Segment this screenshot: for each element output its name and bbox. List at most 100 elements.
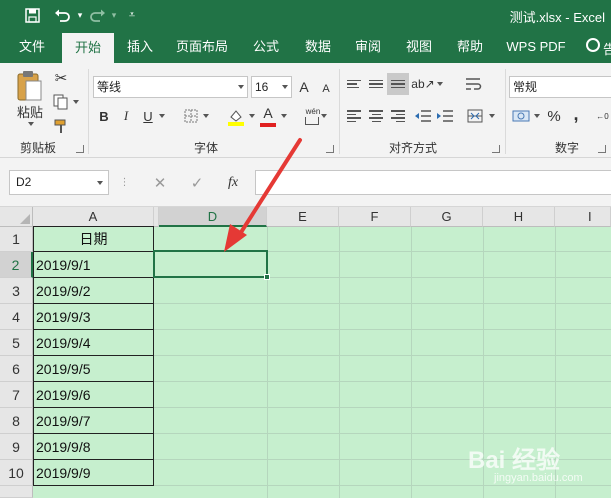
font-color-icon[interactable]: A <box>260 105 276 121</box>
column-header-f[interactable]: F <box>339 207 411 227</box>
formula-input[interactable] <box>255 170 611 195</box>
align-center-icon[interactable] <box>368 109 384 123</box>
format-painter-icon[interactable] <box>52 117 70 135</box>
borders-icon[interactable] <box>182 107 200 125</box>
undo-dropdown-icon[interactable]: ▾ <box>70 5 90 25</box>
cell-a4[interactable]: 2019/9/3 <box>33 304 154 330</box>
merge-dropdown-icon[interactable] <box>488 113 496 119</box>
increase-indent-icon[interactable] <box>436 109 454 123</box>
row-header-5[interactable]: 5 <box>0 330 33 356</box>
increase-decimal-icon[interactable]: ←0 <box>594 107 611 125</box>
font-size-select[interactable]: 16 <box>251 76 292 98</box>
tab-home[interactable]: 开始 <box>62 33 114 63</box>
grow-font-icon[interactable]: A <box>296 77 312 97</box>
name-box[interactable]: D2 <box>9 170 109 195</box>
select-all-button[interactable] <box>0 207 33 227</box>
shrink-font-icon[interactable]: A <box>318 79 334 99</box>
row-header-10[interactable]: 10 <box>0 460 33 486</box>
tab-formulas[interactable]: 公式 <box>244 30 288 63</box>
tab-insert[interactable]: 插入 <box>118 30 162 63</box>
cell-a5[interactable]: 2019/9/4 <box>33 330 154 356</box>
insert-function-icon[interactable]: fx <box>222 173 244 193</box>
row-header-1[interactable]: 1 <box>0 227 33 252</box>
save-icon[interactable] <box>22 5 42 25</box>
row-header-3[interactable]: 3 <box>0 278 33 304</box>
underline-button[interactable]: U <box>140 107 156 125</box>
row-header-6[interactable]: 6 <box>0 356 33 382</box>
name-box-dropdown-icon[interactable] <box>97 181 103 185</box>
font-color-dropdown-icon[interactable] <box>280 113 288 119</box>
lightbulb-icon[interactable] <box>586 38 600 52</box>
cell-a10[interactable]: 2019/9/9 <box>33 460 154 486</box>
fill-handle[interactable] <box>264 274 270 280</box>
cell-a9[interactable]: 2019/9/8 <box>33 434 154 460</box>
cell-a2[interactable]: 2019/9/1 <box>33 252 154 278</box>
paste-icon[interactable] <box>14 69 44 103</box>
row-header-8[interactable]: 8 <box>0 408 33 434</box>
row-header-11[interactable] <box>0 486 33 498</box>
tab-file[interactable]: 文件 <box>10 30 54 63</box>
percent-style-icon[interactable]: % <box>546 107 562 125</box>
redo-dropdown-icon[interactable]: ▾ <box>104 5 124 25</box>
clipboard-launcher-icon[interactable] <box>76 145 84 153</box>
column-header-g[interactable]: G <box>411 207 483 227</box>
column-header-e[interactable]: E <box>267 207 339 227</box>
cell-a8[interactable]: 2019/9/7 <box>33 408 154 434</box>
fill-color-dropdown-icon[interactable] <box>248 113 256 119</box>
cell-a6[interactable]: 2019/9/5 <box>33 356 154 382</box>
phonetic-dropdown-icon[interactable] <box>320 113 328 119</box>
tab-help[interactable]: 帮助 <box>448 30 492 63</box>
borders-dropdown-icon[interactable] <box>202 113 210 119</box>
tab-view[interactable]: 视图 <box>397 30 441 63</box>
bold-button[interactable]: B <box>96 107 112 125</box>
column-header-h[interactable]: H <box>483 207 555 227</box>
copy-icon[interactable] <box>52 93 70 111</box>
number-launcher-icon[interactable] <box>598 145 606 153</box>
row-header-4[interactable]: 4 <box>0 304 33 330</box>
cell-a7[interactable]: 2019/9/6 <box>33 382 154 408</box>
row-header-7[interactable]: 7 <box>0 382 33 408</box>
column-header-i[interactable]: I <box>555 207 611 227</box>
tab-review[interactable]: 审阅 <box>346 30 390 63</box>
underline-dropdown-icon[interactable] <box>158 113 166 119</box>
cut-icon[interactable]: ✂ <box>52 69 70 87</box>
wrap-text-icon[interactable] <box>464 75 484 93</box>
merge-center-icon[interactable] <box>466 107 484 125</box>
formula-bar-grip-icon[interactable]: ⋮ <box>120 173 130 191</box>
number-format-select[interactable]: 常规 <box>509 76 611 98</box>
cancel-entry-icon[interactable]: ✕ <box>150 173 170 193</box>
column-header-d[interactable]: D <box>159 207 267 227</box>
orientation-dropdown-icon[interactable] <box>436 81 444 87</box>
selected-cell-d2[interactable] <box>153 250 270 280</box>
tab-data[interactable]: 数据 <box>296 30 340 63</box>
copy-dropdown-icon[interactable] <box>72 99 80 105</box>
font-launcher-icon[interactable] <box>326 145 334 153</box>
cell-a3[interactable]: 2019/9/2 <box>33 278 154 304</box>
row-header-9[interactable]: 9 <box>0 434 33 460</box>
column-header-a[interactable]: A <box>33 207 154 227</box>
align-bottom-icon[interactable] <box>387 73 409 95</box>
paste-dropdown-icon[interactable] <box>26 121 36 127</box>
italic-button[interactable]: I <box>118 107 134 125</box>
align-right-icon[interactable] <box>390 109 406 123</box>
comma-style-icon[interactable]: , <box>570 104 582 124</box>
font-name-select[interactable]: 等线 <box>93 76 248 98</box>
fill-color-icon[interactable] <box>226 107 246 127</box>
cell-a1[interactable]: 日期 <box>33 226 154 252</box>
decrease-indent-icon[interactable] <box>414 109 432 123</box>
enter-entry-icon[interactable]: ✓ <box>187 173 207 193</box>
alignment-launcher-icon[interactable] <box>492 145 500 153</box>
tab-page-layout[interactable]: 页面布局 <box>170 30 234 63</box>
accounting-format-icon[interactable] <box>511 107 531 125</box>
row-header-2[interactable]: 2 <box>0 252 33 278</box>
align-left-icon[interactable] <box>346 109 362 123</box>
align-top-icon[interactable] <box>346 77 362 91</box>
accounting-dropdown-icon[interactable] <box>533 113 541 119</box>
tell-me-label[interactable]: 告 <box>603 39 611 58</box>
tab-wps-pdf[interactable]: WPS PDF <box>500 30 572 63</box>
customize-icon[interactable]: ⩡ <box>122 5 142 25</box>
align-middle-icon[interactable] <box>368 77 384 91</box>
undo-icon[interactable] <box>52 5 72 25</box>
paste-button[interactable]: 粘贴 <box>14 103 46 120</box>
orientation-icon[interactable]: ab↗ <box>411 76 434 92</box>
